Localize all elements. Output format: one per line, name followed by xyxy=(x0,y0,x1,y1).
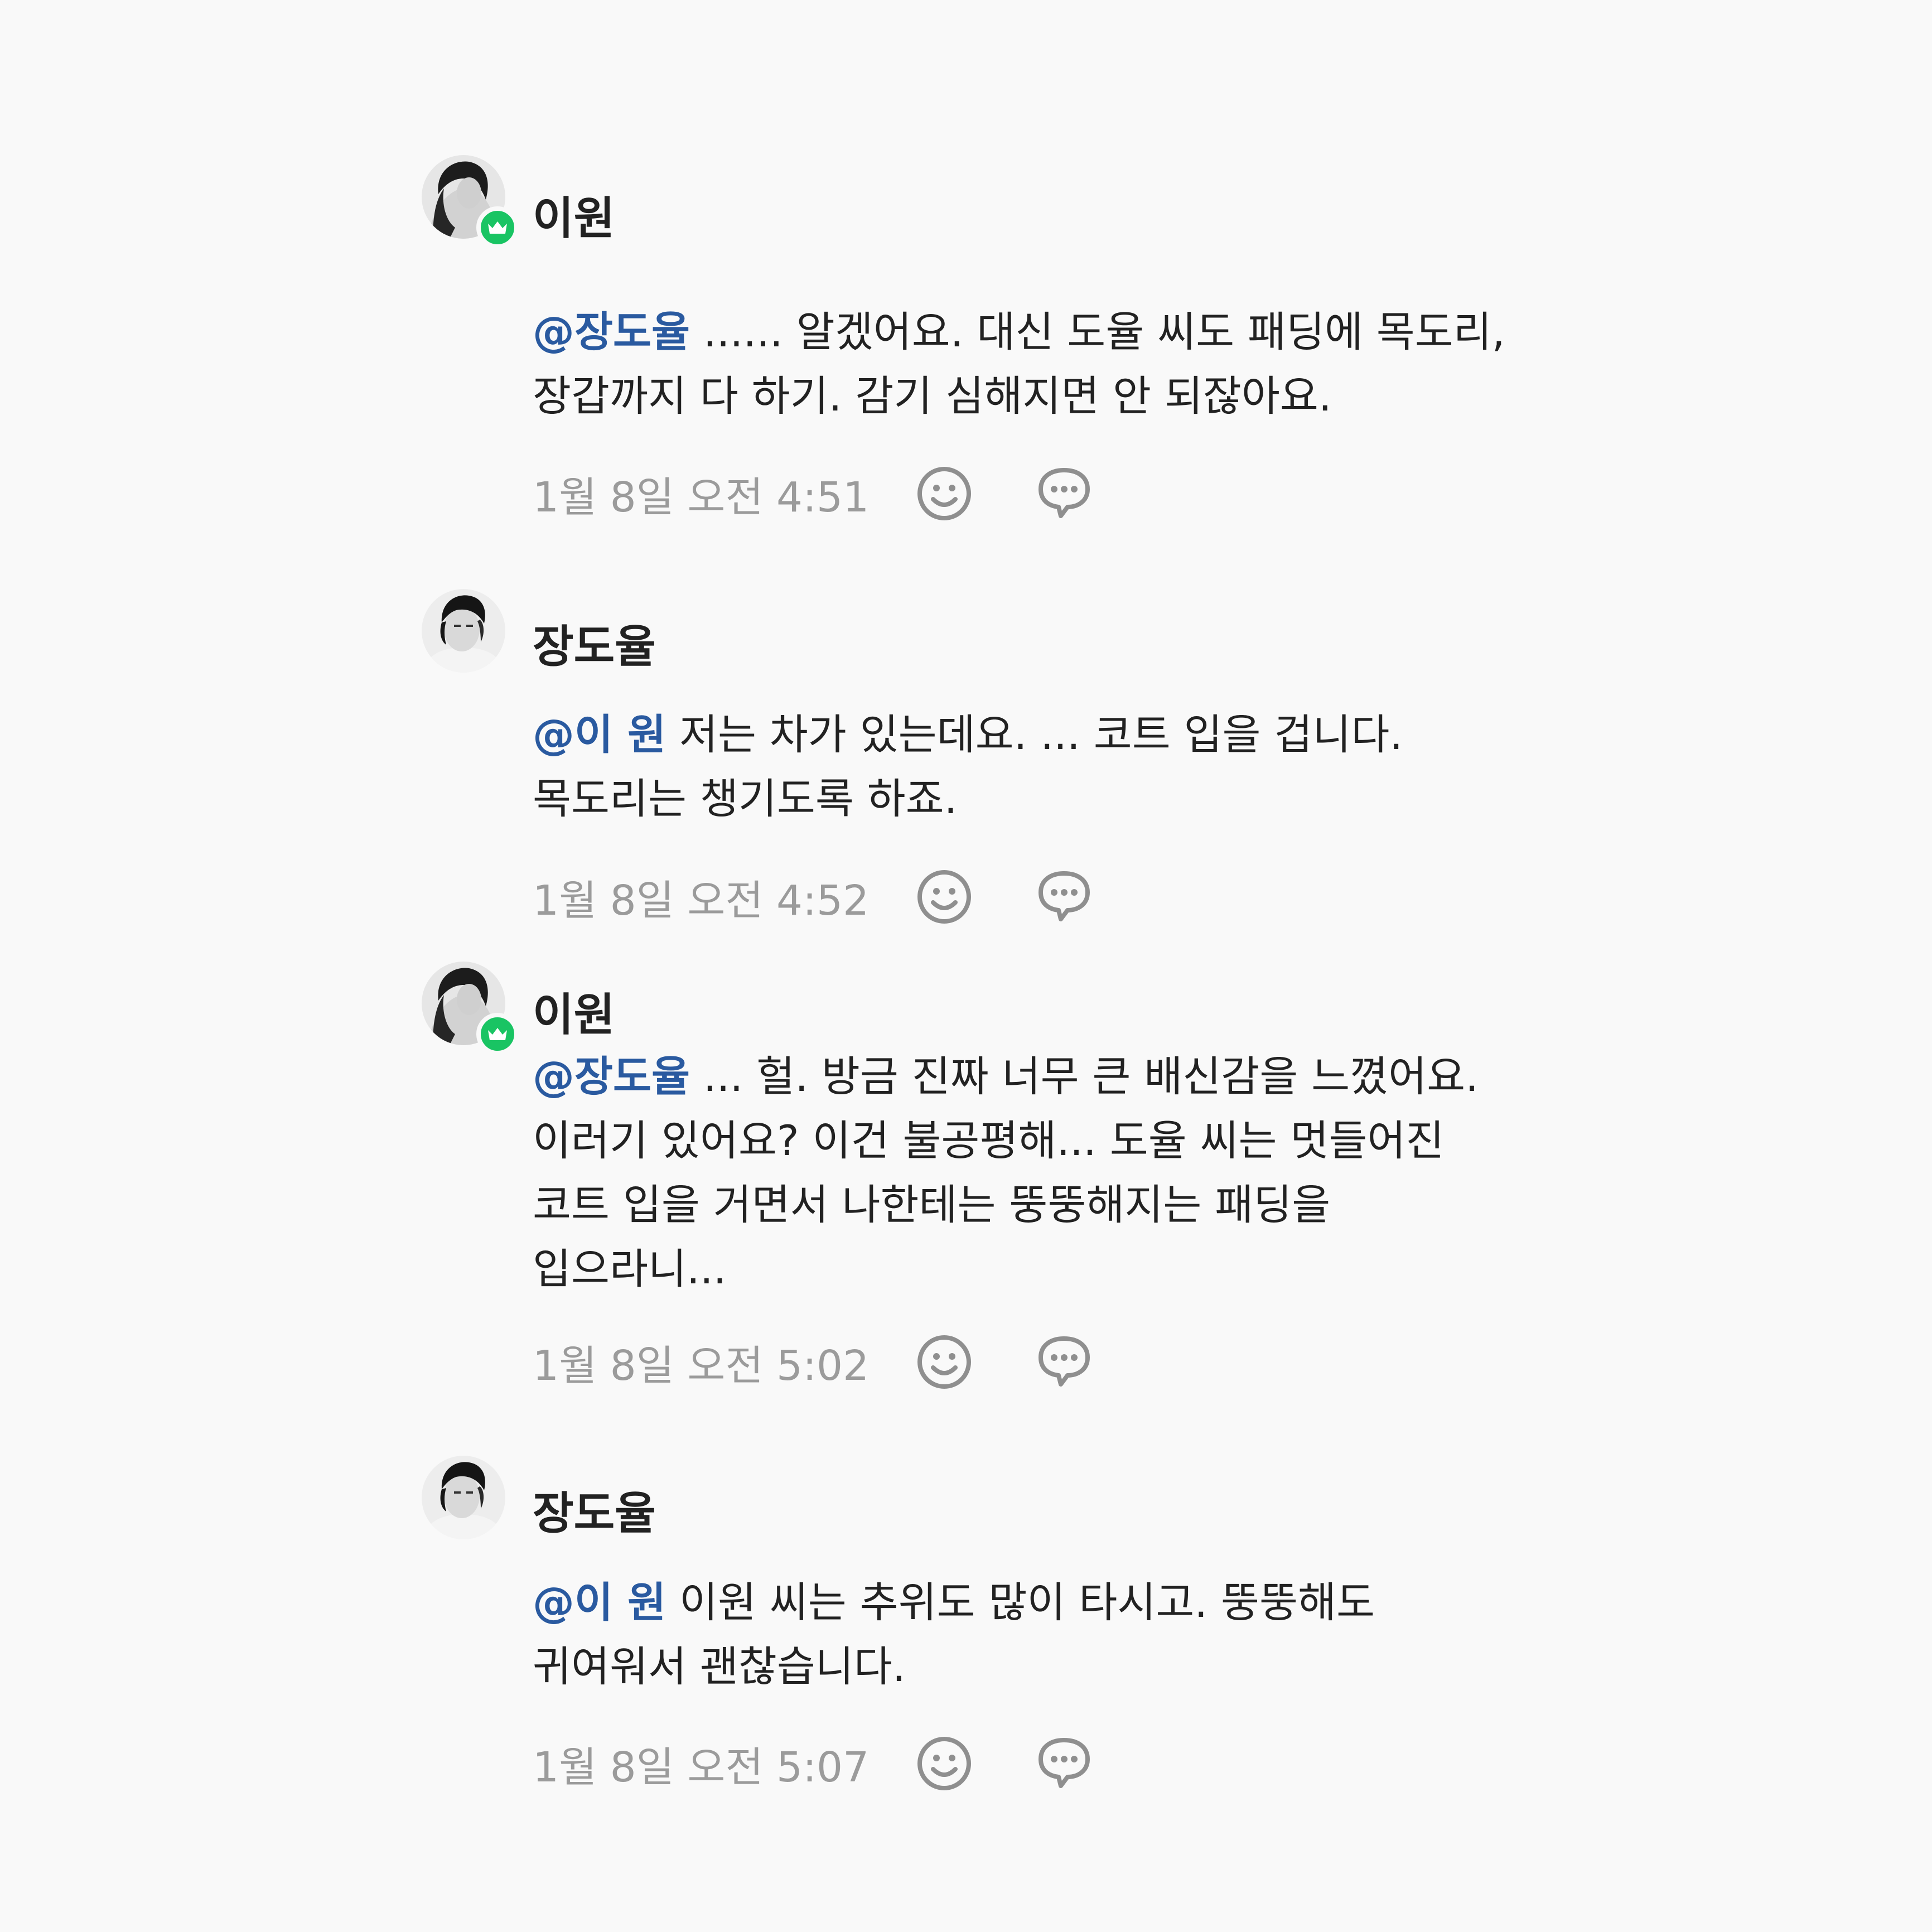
timestamp: 1월 8일 오전 4:52 xyxy=(533,876,870,925)
comment-meta: 1월 8일 오전 5:02 xyxy=(533,1331,1095,1393)
smile-icon xyxy=(917,467,972,520)
comment-text: @장도율 ... 헐. 방금 진짜 너무 큰 배신감을 느꼈어요. 이러기 있어… xyxy=(533,1045,1531,1301)
avatar[interactable] xyxy=(422,155,519,249)
crown-icon xyxy=(488,221,507,234)
mention-link[interactable]: @장도율 xyxy=(533,1052,690,1101)
comment-text: @이 원 이원 씨는 추위도 많이 타시고. 뚱뚱해도 귀여워서 괜찮습니다. xyxy=(533,1571,1531,1699)
comment-meta: 1월 8일 오전 5:07 xyxy=(533,1733,1095,1794)
comment-meta: 1월 8일 오전 4:52 xyxy=(533,866,1095,928)
author-name[interactable]: 이원 xyxy=(533,196,615,241)
mention-link[interactable]: @이 원 xyxy=(533,710,666,759)
avatar[interactable] xyxy=(422,962,519,1055)
add-reaction-button[interactable] xyxy=(914,1331,975,1393)
comment-text: @이 원 저는 차가 있는데요. ... 코트 입을 겁니다. 목도리는 챙기도… xyxy=(533,703,1531,831)
host-badge xyxy=(476,206,519,249)
reply-button[interactable] xyxy=(1033,463,1095,524)
author-name[interactable]: 이원 xyxy=(533,993,615,1037)
add-reaction-button[interactable] xyxy=(914,1733,975,1794)
avatar[interactable] xyxy=(422,1456,505,1539)
avatar[interactable] xyxy=(422,589,505,673)
mention-link[interactable]: @장도율 xyxy=(533,307,690,356)
speech-bubble-icon xyxy=(1039,468,1090,518)
reply-button[interactable] xyxy=(1033,866,1095,928)
comment-text: @장도율 ...... 알겠어요. 대신 도율 씨도 패딩에 목도리, 장갑까지… xyxy=(533,300,1531,428)
add-reaction-button[interactable] xyxy=(914,463,975,524)
comment-meta: 1월 8일 오전 4:51 xyxy=(533,463,1095,524)
reply-button[interactable] xyxy=(1033,1331,1095,1393)
speech-bubble-icon xyxy=(1039,1336,1090,1387)
author-name[interactable]: 장도율 xyxy=(533,625,656,669)
smile-icon xyxy=(917,1335,972,1389)
avatar-image xyxy=(422,1456,505,1539)
mention-link[interactable]: @이 원 xyxy=(533,1578,666,1627)
reply-button[interactable] xyxy=(1033,1733,1095,1794)
speech-bubble-icon xyxy=(1039,1738,1090,1788)
host-badge xyxy=(476,1013,519,1055)
timestamp: 1월 8일 오전 4:51 xyxy=(533,473,870,521)
avatar-image xyxy=(422,589,505,673)
timestamp: 1월 8일 오전 5:02 xyxy=(533,1341,870,1390)
author-name[interactable]: 장도율 xyxy=(533,1491,656,1536)
add-reaction-button[interactable] xyxy=(914,866,975,928)
smile-icon xyxy=(917,1737,972,1790)
crown-icon xyxy=(488,1028,507,1040)
smile-icon xyxy=(917,870,972,924)
timestamp: 1월 8일 오전 5:07 xyxy=(533,1743,870,1791)
speech-bubble-icon xyxy=(1039,871,1090,921)
